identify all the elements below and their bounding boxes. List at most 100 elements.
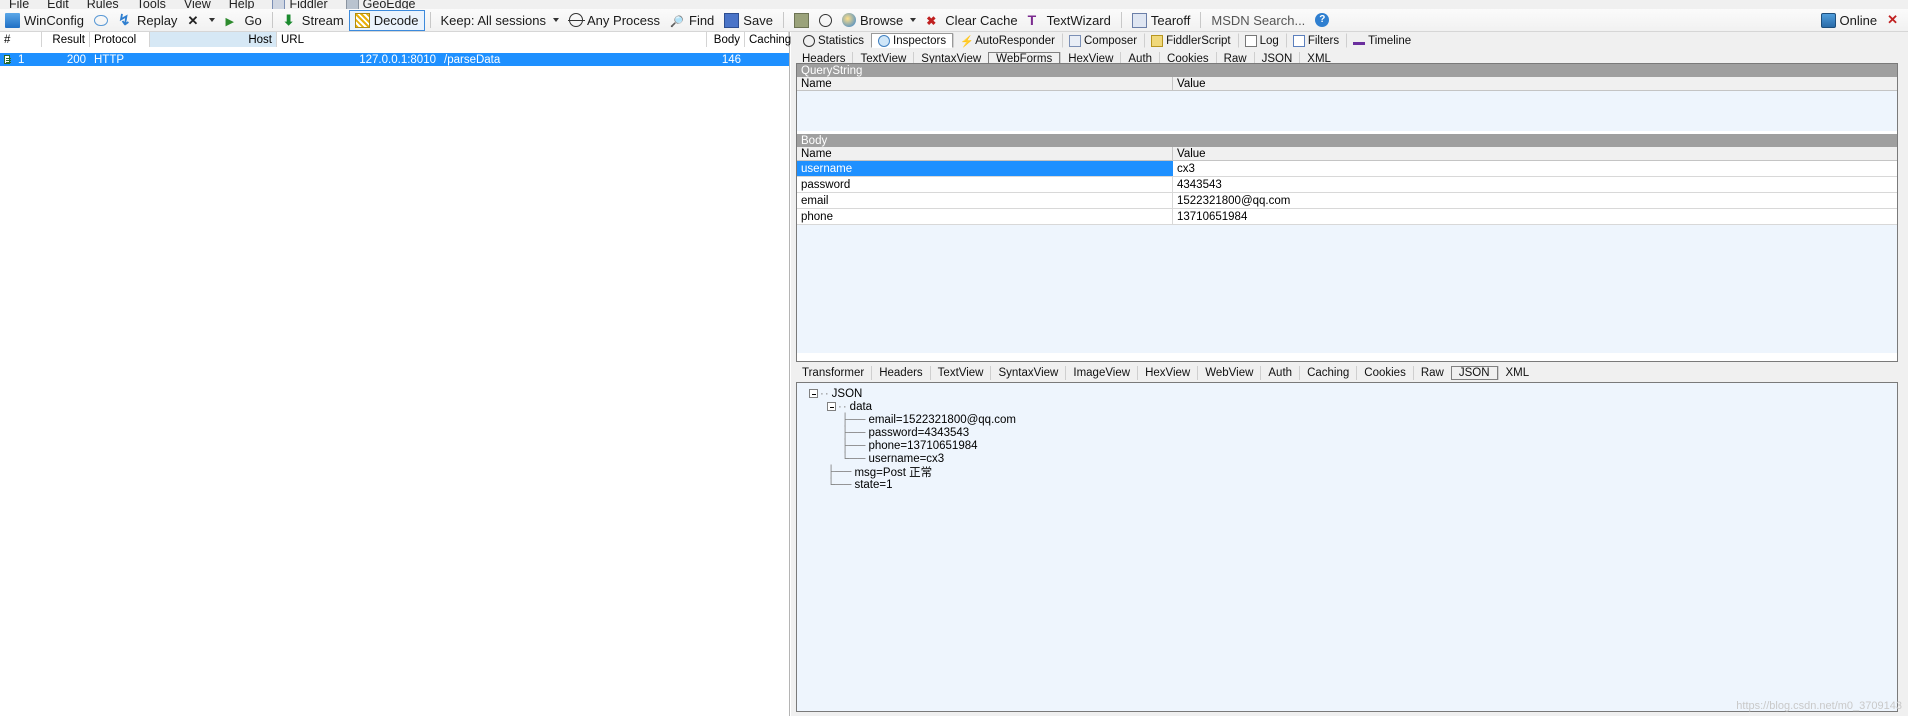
- online-label: Online: [1839, 12, 1878, 28]
- column-header-result[interactable]: Result: [42, 32, 90, 47]
- timer-button[interactable]: [814, 10, 837, 31]
- session-host: 127.0.0.1:8010: [359, 53, 436, 66]
- json-tree-leaf[interactable]: └── username=cx3: [797, 452, 1897, 465]
- body-table-body[interactable]: username cx3 password 4343543 email 1522…: [797, 161, 1897, 353]
- chevron-down-icon[interactable]: [553, 18, 560, 22]
- tab-fiddlerscript[interactable]: FiddlerScript: [1144, 33, 1238, 48]
- tab-inspectors[interactable]: Inspectors: [871, 33, 954, 48]
- column-header-num[interactable]: #: [0, 32, 42, 47]
- table-row[interactable]: password 4343543: [797, 177, 1897, 193]
- session-list[interactable]: # Result Protocol Host URL Body Caching …: [0, 32, 791, 716]
- tree-connector: ··: [838, 400, 848, 413]
- inspectors-icon: [878, 34, 891, 47]
- tab-composer[interactable]: Composer: [1062, 33, 1144, 48]
- tab-statistics[interactable]: Statistics: [796, 33, 871, 48]
- textwizard-button[interactable]: TextWizard: [1023, 10, 1116, 31]
- querystring-col-name[interactable]: Name: [797, 77, 1173, 90]
- session-body-size: 146: [721, 53, 741, 66]
- body-row-value: 1522321800@qq.com: [1177, 194, 1291, 207]
- screenshot-button[interactable]: [789, 10, 814, 31]
- browse-button[interactable]: Browse: [837, 10, 921, 31]
- keep-sessions-dropdown[interactable]: Keep: All sessions: [436, 10, 565, 31]
- tab-composer-label: Composer: [1084, 34, 1138, 47]
- tab-log[interactable]: Log: [1237, 33, 1286, 48]
- decode-button[interactable]: Decode: [348, 9, 425, 31]
- column-header-caching[interactable]: Caching: [745, 32, 791, 47]
- collapse-icon[interactable]: [827, 402, 836, 411]
- json-tree-leaf-label: email=1522321800@qq.com: [868, 413, 1016, 426]
- help-button[interactable]: [1310, 10, 1334, 31]
- restab-cookies[interactable]: Cookies: [1356, 365, 1413, 380]
- clear-cache-button[interactable]: Clear Cache: [921, 10, 1022, 31]
- json-tree-view[interactable]: ·· JSON ·· data ├── email=1522321800@qq.…: [796, 382, 1898, 712]
- go-button[interactable]: Go: [220, 10, 266, 31]
- restab-textview[interactable]: TextView: [929, 365, 991, 380]
- restab-raw[interactable]: Raw: [1412, 365, 1451, 380]
- save-button[interactable]: Save: [719, 10, 778, 31]
- column-header-url[interactable]: URL: [277, 32, 707, 47]
- restab-auth[interactable]: Auth: [1260, 365, 1299, 380]
- restab-hexview[interactable]: HexView: [1137, 365, 1197, 380]
- tearoff-button[interactable]: Tearoff: [1127, 10, 1196, 31]
- toolbar-separator-4: [1120, 12, 1122, 28]
- json-tree-node-data[interactable]: ·· data: [797, 400, 1897, 413]
- replay-button[interactable]: Replay: [113, 10, 182, 31]
- comment-button[interactable]: [89, 10, 113, 31]
- fiddlerscript-icon: [1151, 34, 1164, 47]
- clear-cache-label: Clear Cache: [945, 12, 1018, 28]
- restab-transformer[interactable]: Transformer: [795, 366, 871, 380]
- tab-timeline[interactable]: Timeline: [1346, 33, 1418, 48]
- restab-json[interactable]: JSON: [1450, 365, 1498, 380]
- restab-xml[interactable]: XML: [1497, 365, 1537, 380]
- restab-caching[interactable]: Caching: [1299, 365, 1356, 380]
- restab-syntaxview[interactable]: SyntaxView: [990, 365, 1065, 380]
- column-header-host[interactable]: Host: [150, 32, 277, 47]
- querystring-table-body[interactable]: [797, 91, 1897, 131]
- querystring-section-header: QueryString: [797, 64, 1897, 77]
- querystring-col-value[interactable]: Value: [1173, 77, 1897, 90]
- find-button[interactable]: Find: [665, 10, 719, 31]
- table-row[interactable]: phone 13710651984: [797, 209, 1897, 225]
- body-table-filler[interactable]: [797, 225, 1897, 353]
- json-tree-leaf[interactable]: └── state=1: [797, 478, 1897, 491]
- json-tree-leaf[interactable]: ├── email=1522321800@qq.com: [797, 413, 1897, 426]
- speech-bubble-icon: [93, 14, 108, 26]
- tearoff-icon: [1131, 12, 1147, 28]
- tab-filters[interactable]: Filters: [1285, 33, 1346, 48]
- json-tree-leaf[interactable]: ├── msg=Post 正常: [797, 465, 1897, 479]
- collapse-icon[interactable]: [809, 389, 818, 398]
- restab-webview[interactable]: WebView: [1197, 365, 1260, 380]
- restab-imageview[interactable]: ImageView: [1065, 365, 1137, 380]
- find-label: Find: [689, 12, 715, 28]
- tab-autoresponder-label: AutoResponder: [975, 34, 1055, 47]
- json-tree-root[interactable]: ·· JSON: [797, 387, 1897, 400]
- tab-timeline-label: Timeline: [1368, 34, 1412, 47]
- table-row[interactable]: email 1522321800@qq.com: [797, 193, 1897, 209]
- remove-button[interactable]: [182, 10, 220, 31]
- table-row[interactable]: username cx3: [797, 161, 1897, 177]
- body-col-name[interactable]: Name: [797, 147, 1173, 160]
- chevron-down-icon[interactable]: [209, 18, 216, 22]
- response-inspector-tabstrip: Transformer Headers TextView SyntaxView …: [791, 365, 1908, 380]
- watermark: https://blog.csdn.net/m0_3709143: [1736, 700, 1902, 712]
- json-tree-leaf[interactable]: ├── password=4343543: [797, 426, 1897, 439]
- tab-statistics-label: Statistics: [818, 34, 865, 47]
- any-process-button[interactable]: Any Process: [564, 10, 665, 31]
- chevron-down-icon[interactable]: [910, 18, 917, 22]
- json-tree-leaf[interactable]: ├── phone=13710651984: [797, 439, 1897, 452]
- main-toolbar: WinConfig Replay Go Stream Decode Keep: …: [0, 9, 1908, 32]
- tab-autoresponder[interactable]: AutoResponder: [953, 33, 1062, 48]
- column-header-body[interactable]: Body: [707, 32, 745, 47]
- tree-connector: ├──: [827, 465, 852, 478]
- window-close-button[interactable]: ✕: [1882, 10, 1908, 31]
- msdn-search-input[interactable]: MSDN Search...: [1206, 10, 1310, 31]
- winconfig-button[interactable]: WinConfig: [0, 10, 89, 31]
- table-row[interactable]: 1 200 HTTP 127.0.0.1:8010 /parseData 146: [0, 53, 789, 66]
- column-header-protocol[interactable]: Protocol: [90, 32, 150, 47]
- online-status-button[interactable]: Online: [1816, 10, 1883, 31]
- stream-button[interactable]: Stream: [278, 10, 349, 31]
- session-num: 1: [18, 53, 25, 66]
- tearoff-label: Tearoff: [1150, 12, 1191, 28]
- restab-headers[interactable]: Headers: [871, 365, 929, 380]
- body-col-value[interactable]: Value: [1173, 147, 1897, 160]
